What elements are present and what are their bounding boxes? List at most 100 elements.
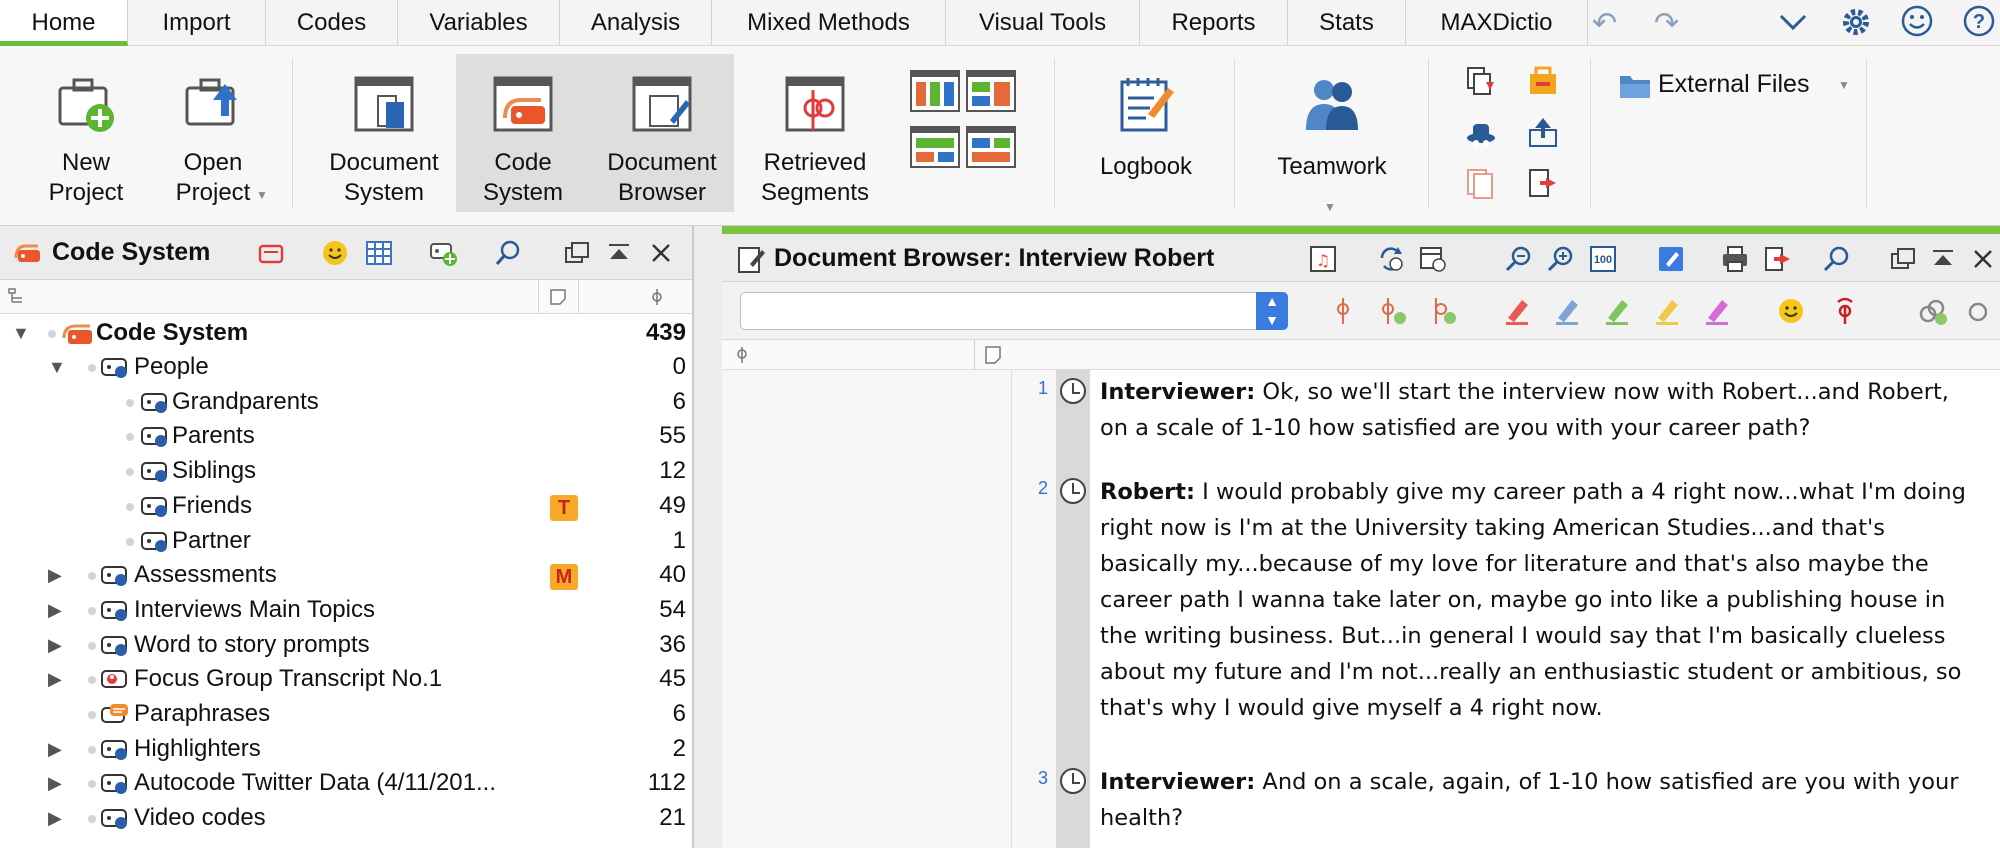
timestamp-clock-icon[interactable] bbox=[1060, 478, 1086, 504]
code-favorites-icon[interactable] bbox=[256, 238, 286, 268]
help-icon[interactable]: ? bbox=[1962, 4, 1996, 38]
expand-arrow-icon[interactable]: ▶ bbox=[48, 801, 62, 835]
document-browser-button[interactable]: Document Browser bbox=[590, 54, 734, 212]
paragraph-text[interactable]: Interviewer: Ok, so we'll start the inte… bbox=[1100, 374, 1980, 446]
highlighter-magenta-icon[interactable] bbox=[1702, 296, 1732, 326]
code-tree-row[interactable]: Partner 1 bbox=[0, 524, 694, 558]
code-system-button[interactable]: Code System bbox=[456, 54, 590, 212]
duplicate-icon[interactable] bbox=[1464, 166, 1498, 200]
import-documents-icon[interactable] bbox=[1464, 64, 1498, 98]
tab-variables[interactable]: Variables bbox=[398, 0, 560, 46]
tab-import[interactable]: Import bbox=[128, 0, 266, 46]
coding-stripes-column-icon[interactable] bbox=[734, 346, 750, 364]
collapse-panel-icon[interactable] bbox=[604, 238, 634, 268]
edit-mode-icon[interactable] bbox=[1656, 244, 1686, 274]
tab-analysis[interactable]: Analysis bbox=[560, 0, 712, 46]
code-tree-row[interactable]: Siblings 12 bbox=[0, 454, 694, 488]
zoom-out-icon[interactable] bbox=[1504, 244, 1534, 274]
zoom-in-icon[interactable] bbox=[1546, 244, 1576, 274]
code-with-new-code-icon[interactable] bbox=[1378, 296, 1408, 326]
highlighter-blue-icon[interactable] bbox=[1552, 296, 1582, 326]
redo-icon[interactable]: ↷ bbox=[1654, 6, 1679, 41]
code-in-vivo-icon[interactable] bbox=[1428, 296, 1458, 326]
emoji-code-icon[interactable] bbox=[1776, 296, 1806, 326]
collapse-arrow-icon[interactable]: ▼ bbox=[48, 350, 66, 384]
highlighter-red-icon[interactable] bbox=[1502, 296, 1532, 326]
document-system-button[interactable]: Document System bbox=[318, 54, 450, 212]
new-code-icon[interactable] bbox=[428, 238, 458, 268]
expand-arrow-icon[interactable]: ▼ bbox=[12, 316, 30, 350]
code-tree-row[interactable]: ▶ Autocode Twitter Data (4/11/201... 112 bbox=[0, 766, 694, 800]
coding-stripes-area[interactable] bbox=[722, 370, 1012, 848]
undock-icon[interactable] bbox=[562, 238, 592, 268]
new-project-button[interactable]: New Project bbox=[26, 54, 146, 212]
code-selector-dropdown[interactable]: ▲ ▼ bbox=[740, 292, 1288, 330]
code-tree-row[interactable]: ▶ Word to story prompts 36 bbox=[0, 628, 694, 662]
dropdown-stepper-icon[interactable]: ▲ ▼ bbox=[1256, 292, 1288, 330]
media-icon[interactable]: ♫ bbox=[1308, 244, 1338, 274]
code-memo-badge[interactable]: T bbox=[550, 494, 578, 521]
timestamp-clock-icon[interactable] bbox=[1060, 768, 1086, 794]
close-icon[interactable] bbox=[1968, 244, 1998, 274]
highlighter-yellow-icon[interactable] bbox=[1652, 296, 1682, 326]
link-remove-icon[interactable] bbox=[1966, 296, 1996, 326]
tree-column-icon[interactable] bbox=[8, 288, 26, 306]
expand-arrow-icon[interactable]: ▶ bbox=[48, 558, 62, 592]
smiley-icon[interactable] bbox=[1900, 4, 1934, 38]
code-tree-row[interactable]: ▶ Highlighters 2 bbox=[0, 732, 694, 766]
tab-codes[interactable]: Codes bbox=[266, 0, 398, 46]
export-icon[interactable] bbox=[1526, 116, 1560, 150]
frequency-column-icon[interactable] bbox=[648, 288, 666, 306]
anonymize-icon[interactable] bbox=[1464, 116, 1498, 150]
search-icon[interactable] bbox=[494, 238, 524, 268]
code-memo-badge[interactable]: M bbox=[550, 564, 578, 591]
table-icon[interactable] bbox=[364, 238, 394, 268]
zoom-100-icon[interactable]: 100 bbox=[1588, 244, 1618, 274]
print-icon[interactable] bbox=[1720, 244, 1750, 274]
dropdown-arrow-icon[interactable]: ▼ bbox=[1324, 200, 1336, 214]
search-document-icon[interactable] bbox=[1822, 244, 1852, 274]
memo-column-icon[interactable] bbox=[984, 345, 1002, 365]
expand-arrow-icon[interactable]: ▶ bbox=[48, 593, 62, 627]
expand-arrow-icon[interactable]: ▶ bbox=[48, 662, 62, 696]
code-segment-icon[interactable] bbox=[1328, 296, 1358, 326]
retrieved-segments-button[interactable]: Retrieved Segments bbox=[748, 54, 882, 212]
emoji-code-icon[interactable] bbox=[320, 238, 350, 268]
tab-stats[interactable]: Stats bbox=[1288, 0, 1406, 46]
code-tree-row[interactable]: Parents 55 bbox=[0, 419, 694, 453]
chevron-down-icon[interactable] bbox=[1778, 10, 1808, 34]
logbook-button[interactable]: Logbook bbox=[1080, 54, 1212, 212]
code-tree-row[interactable]: Paraphrases 6 bbox=[0, 697, 694, 731]
open-project-button[interactable]: Open Project ▼ bbox=[150, 54, 276, 212]
tab-reports[interactable]: Reports bbox=[1140, 0, 1288, 46]
code-tree-row[interactable]: ▶ Video codes 21 bbox=[0, 801, 694, 835]
layout-4-icon[interactable] bbox=[966, 126, 1016, 168]
expand-arrow-icon[interactable]: ▶ bbox=[48, 628, 62, 662]
code-tree-row[interactable]: Friends T 49 bbox=[0, 489, 694, 523]
code-tree-row[interactable]: ▼ People 0 bbox=[0, 350, 694, 384]
paragraph-text[interactable]: Interviewer: And on a scale, again, of 1… bbox=[1100, 764, 1980, 836]
layout-3-icon[interactable] bbox=[910, 126, 960, 168]
tab-mixed-methods[interactable]: Mixed Methods bbox=[712, 0, 946, 46]
bundle-icon[interactable] bbox=[1526, 64, 1560, 98]
tab-maxdictio[interactable]: MAXDictio bbox=[1406, 0, 1588, 46]
sync-icon[interactable] bbox=[1376, 244, 1406, 274]
code-tree-row[interactable]: ▶ Assessments M 40 bbox=[0, 558, 694, 592]
memo-column-icon[interactable] bbox=[548, 287, 568, 307]
tab-home[interactable]: Home bbox=[0, 0, 128, 46]
code-tree-row[interactable]: ▶ Focus Group Transcript No.1 45 bbox=[0, 662, 694, 696]
dropdown-arrow-icon[interactable]: ▼ bbox=[256, 188, 268, 202]
paragraph-text[interactable]: Robert: I would probably give my career … bbox=[1100, 474, 1980, 726]
exit-icon[interactable] bbox=[1526, 166, 1560, 200]
tab-visual-tools[interactable]: Visual Tools bbox=[946, 0, 1140, 46]
link-icon[interactable] bbox=[1918, 296, 1948, 326]
code-tree-root[interactable]: ▼ Code System 439 bbox=[0, 316, 694, 350]
collapse-panel-icon[interactable] bbox=[1928, 244, 1958, 274]
layout-1-icon[interactable] bbox=[910, 70, 960, 112]
close-icon[interactable] bbox=[646, 238, 676, 268]
undo-coding-icon[interactable] bbox=[1830, 296, 1860, 326]
timestamp-table-icon[interactable] bbox=[1418, 244, 1448, 274]
code-tree-row[interactable]: ▶ Interviews Main Topics 54 bbox=[0, 593, 694, 627]
teamwork-button[interactable]: Teamwork ▼ bbox=[1262, 54, 1402, 214]
expand-arrow-icon[interactable]: ▶ bbox=[48, 732, 62, 766]
